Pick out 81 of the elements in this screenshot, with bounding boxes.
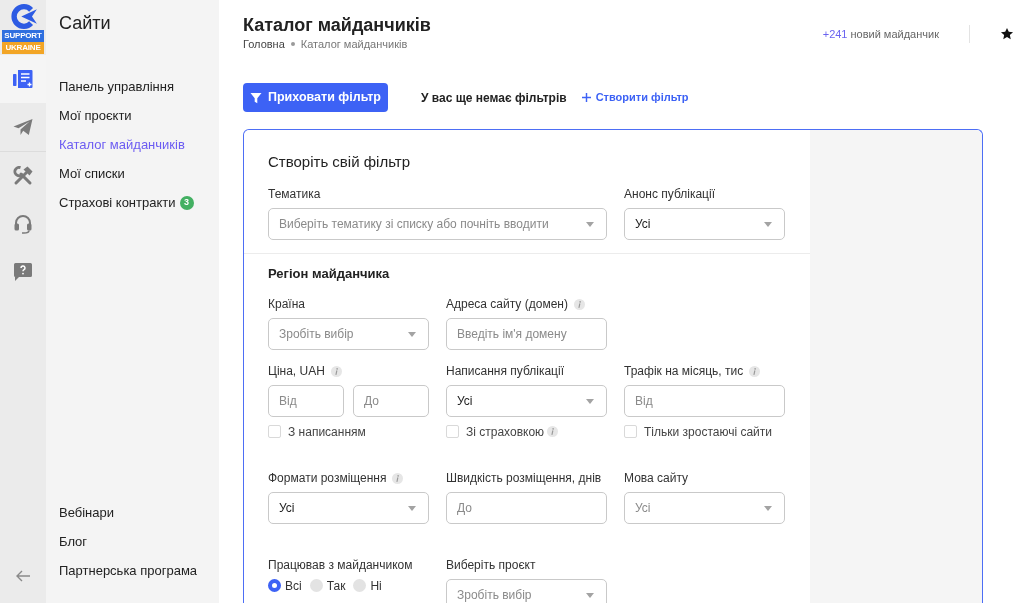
- checkbox[interactable]: [624, 425, 637, 438]
- field-label: Швидкість розміщення, днів: [446, 471, 602, 485]
- help-chat-icon: [13, 262, 33, 282]
- field-label: Анонс публікації: [624, 187, 715, 201]
- caret-icon: [586, 398, 594, 404]
- dropdown-field[interactable]: Усі: [624, 492, 785, 524]
- create-filter-link[interactable]: Створити фільтр: [581, 89, 689, 106]
- headset-icon: [13, 214, 33, 234]
- field-label: Трафік на місяць, тис: [624, 364, 744, 378]
- info-icon[interactable]: [547, 426, 559, 437]
- radio-button[interactable]: [268, 579, 281, 592]
- field-label: Ціна, UAH: [268, 364, 325, 378]
- radio-label: Так: [326, 578, 346, 593]
- input-field[interactable]: До: [353, 385, 429, 417]
- plus-icon: [581, 93, 591, 102]
- sidebar-link[interactable]: Вебінари: [59, 504, 114, 521]
- radio-button[interactable]: [309, 579, 323, 592]
- sidebar-tab[interactable]: [0, 55, 46, 103]
- new-sites-label: новий майданчик: [850, 26, 939, 42]
- sidebar-link[interactable]: Панель управління: [59, 78, 174, 95]
- field-label: Мова сайту: [624, 471, 689, 485]
- document-list-icon: [13, 69, 33, 89]
- breadcrumb-current: Каталог майданчиків: [300, 37, 408, 51]
- field-label: Тематика: [268, 187, 321, 201]
- info-icon[interactable]: [573, 298, 585, 310]
- input-field[interactable]: До: [446, 492, 607, 524]
- checkbox-label: Зі страховкою: [466, 424, 545, 439]
- logo-tagline: SUPPORT: [2, 30, 44, 42]
- empty-filters-text: У вас ще немає фільтрів: [421, 89, 567, 107]
- dropdown-field[interactable]: Усі: [446, 385, 607, 417]
- breadcrumb-link[interactable]: Головна: [243, 37, 285, 51]
- count-badge: 3: [179, 195, 194, 210]
- caret-icon: [586, 221, 594, 227]
- input-field[interactable]: Від: [268, 385, 344, 417]
- sidebar-link[interactable]: Каталог майданчиків: [59, 136, 185, 153]
- caret-icon: [408, 505, 416, 511]
- info-icon[interactable]: [330, 365, 342, 377]
- sidebar-link[interactable]: Партнерська програма: [59, 562, 198, 579]
- paper-plane-icon: [13, 117, 33, 137]
- input-field[interactable]: Введіть ім'я домену: [446, 318, 607, 350]
- caret-icon: [408, 331, 416, 337]
- dropdown-field[interactable]: Виберіть тематику зі списку або почніть вводити: [268, 208, 607, 240]
- hide-filter-button[interactable]: Приховати фільтр: [243, 83, 388, 112]
- new-count-link[interactable]: +241: [822, 25, 848, 43]
- star-icon[interactable]: [1000, 27, 1014, 41]
- checkbox[interactable]: [446, 425, 459, 438]
- left-arrow-icon[interactable]: [15, 570, 31, 582]
- dropdown-field[interactable]: Зробіть вибір: [268, 318, 429, 350]
- field-label: Написання публікації: [446, 364, 564, 378]
- dropdown-field[interactable]: Усі: [268, 492, 429, 524]
- dropdown-field[interactable]: Зробіть вибір: [446, 579, 607, 603]
- radio-label: Ні: [370, 578, 382, 593]
- checkbox-label: З написанням: [288, 424, 366, 439]
- info-icon[interactable]: [392, 472, 404, 484]
- caret-icon: [764, 505, 772, 511]
- logo-icon[interactable]: [9, 4, 37, 29]
- sidebar-link[interactable]: Блог: [59, 533, 88, 550]
- field-label: Країна: [268, 297, 305, 311]
- input-field[interactable]: Від: [624, 385, 785, 417]
- field-label: Виберіть проєкт: [446, 558, 536, 572]
- filter-icon: [250, 91, 262, 104]
- field-label: Працював з майданчиком: [268, 558, 413, 572]
- caret-icon: [586, 592, 594, 598]
- info-icon[interactable]: [749, 365, 761, 377]
- field-label: Адреса сайту (домен): [446, 297, 568, 311]
- field-label: Формати розміщення: [268, 471, 387, 485]
- page-title: Каталог майданчиків: [243, 14, 431, 36]
- caret-icon: [764, 221, 772, 227]
- sidebar-link[interactable]: Страхові контракти: [59, 194, 176, 211]
- radio-button[interactable]: [353, 579, 367, 592]
- sidebar-link[interactable]: Мої проєкти: [59, 107, 132, 124]
- checkbox[interactable]: [268, 425, 281, 438]
- radio-label: Всі: [285, 578, 302, 593]
- checkbox-label: Тільки зростаючі сайти: [644, 424, 772, 439]
- dropdown-field[interactable]: Усі: [624, 208, 785, 240]
- logo-tagline: UKRAINE: [2, 42, 44, 54]
- tools-icon: [13, 166, 33, 186]
- sidebar-title: Сайти: [59, 12, 111, 34]
- filter-title: Створіть свій фільтр: [268, 153, 410, 171]
- sidebar-link[interactable]: Мої списки: [59, 165, 125, 182]
- section-title: Регіон майданчика: [268, 266, 390, 282]
